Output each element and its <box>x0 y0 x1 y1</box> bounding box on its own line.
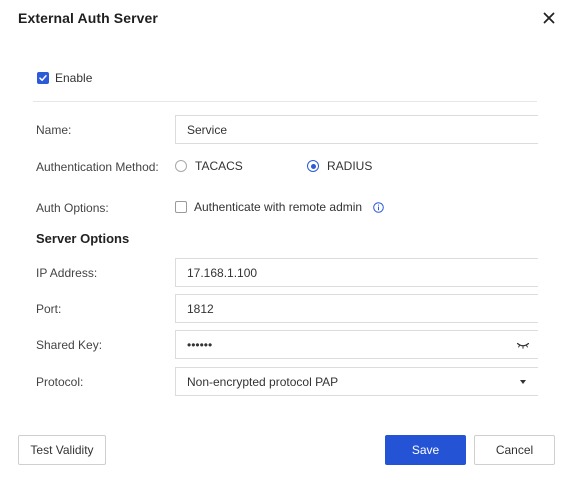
cancel-button[interactable]: Cancel <box>474 435 555 465</box>
name-value: Service <box>187 122 228 137</box>
shared-key-value: •••••• <box>187 337 213 352</box>
radio-radius-label: RADIUS <box>327 159 373 173</box>
radio-radius[interactable]: RADIUS <box>307 159 372 173</box>
external-auth-server-dialog: External Auth Server Enable Name: Servic… <box>0 0 572 478</box>
server-options-heading: Server Options <box>36 231 130 246</box>
eye-closed-icon[interactable] <box>516 339 530 351</box>
port-value: 1812 <box>187 301 214 316</box>
caret-down-icon <box>520 380 526 384</box>
radio-tacacs-label: TACACS <box>195 159 243 173</box>
enable-checkbox-row[interactable]: Enable <box>37 71 92 85</box>
dialog-title: External Auth Server <box>18 10 158 26</box>
close-icon <box>543 12 555 24</box>
save-button[interactable]: Save <box>385 435 466 465</box>
auth-method-label: Authentication Method: <box>36 160 159 174</box>
remote-admin-label: Authenticate with remote admin <box>194 200 363 214</box>
port-input[interactable]: 1812 <box>175 294 538 323</box>
protocol-value: Non-encrypted protocol PAP <box>187 374 339 389</box>
ip-address-value: 17.168.1.100 <box>187 265 258 280</box>
radio-tacacs-indicator[interactable] <box>175 160 187 172</box>
auth-options-label: Auth Options: <box>36 201 109 215</box>
radio-tacacs[interactable]: TACACS <box>175 159 243 173</box>
remote-admin-checkbox-row[interactable]: Authenticate with remote admin <box>175 200 384 214</box>
protocol-label: Protocol: <box>36 375 84 389</box>
name-input[interactable]: Service <box>175 115 538 144</box>
enable-label: Enable <box>55 71 93 85</box>
close-button[interactable] <box>538 8 560 28</box>
radio-radius-indicator[interactable] <box>307 160 319 172</box>
enable-checkbox[interactable] <box>37 72 49 84</box>
ip-address-input[interactable]: 17.168.1.100 <box>175 258 538 287</box>
checkmark-icon <box>39 75 47 81</box>
port-label: Port: <box>36 302 62 316</box>
ip-address-label: IP Address: <box>36 266 98 280</box>
name-label: Name: <box>36 123 72 137</box>
protocol-select[interactable]: Non-encrypted protocol PAP <box>175 367 538 396</box>
test-validity-button[interactable]: Test Validity <box>18 435 106 465</box>
divider <box>33 101 537 102</box>
shared-key-input[interactable]: •••••• <box>175 330 538 359</box>
shared-key-label: Shared Key: <box>36 338 103 352</box>
remote-admin-checkbox[interactable] <box>175 201 187 213</box>
info-icon[interactable] <box>373 201 384 213</box>
